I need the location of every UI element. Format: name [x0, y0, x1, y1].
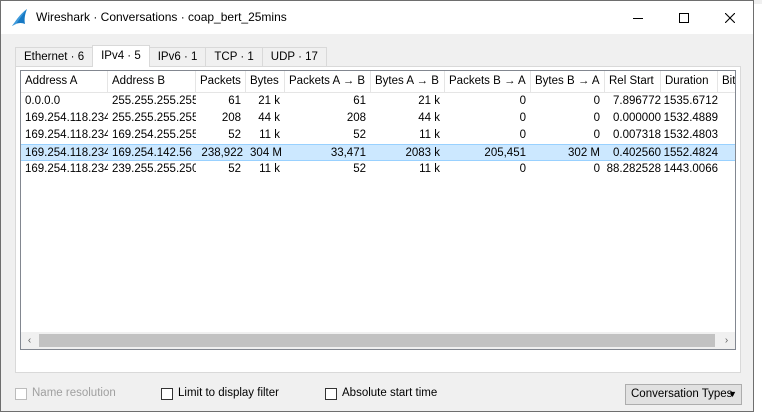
cell-packets-b-a: 0	[519, 112, 526, 124]
cell-address-b: 255.255.255.255	[112, 95, 196, 107]
column-address-a[interactable]: Address A	[21, 71, 108, 92]
cell-bytes-a-b: 2083 k	[405, 147, 440, 159]
cell-packets: 238,922	[201, 147, 243, 159]
cell-bytes: 44 k	[258, 112, 280, 124]
cell-address-a: 169.254.118.234	[25, 112, 108, 124]
column-bytes-b-a[interactable]: Bytes B → A	[531, 71, 605, 92]
cell-packets-a-b: 52	[353, 163, 366, 175]
cell-address-a: 169.254.118.234	[25, 163, 108, 175]
cell-bytes-b-a: 0	[593, 129, 600, 141]
scroll-right-icon[interactable]: ›	[718, 332, 735, 349]
horizontal-scrollbar[interactable]: ‹ ›	[21, 332, 735, 349]
cell-packets: 52	[228, 129, 241, 141]
table-row[interactable]: 169.254.118.234 239.255.255.250 52 11 k …	[21, 161, 735, 178]
conversation-tabs: Ethernet · 6 IPv4 · 5 IPv6 · 1 TCP · 1 U…	[15, 45, 327, 67]
wireshark-fin-icon	[12, 9, 27, 26]
cell-packets-b-a: 0	[519, 95, 526, 107]
tab-udp[interactable]: UDP · 17	[261, 47, 327, 66]
dropdown-arrow-icon: ▼	[728, 389, 737, 399]
cell-rel-start: 0.007318	[613, 129, 661, 141]
table-row-selected[interactable]: 169.254.118.234 169.254.142.56 238,922 3…	[21, 144, 735, 161]
cell-bytes-a-b: 44 k	[418, 112, 440, 124]
cell-packets-a-b: 52	[353, 129, 366, 141]
cell-address-a: 169.254.118.234	[25, 129, 108, 141]
cell-bytes-b-a: 0	[593, 163, 600, 175]
cell-address-b: 169.254.255.255	[112, 129, 196, 141]
column-address-b[interactable]: Address B	[108, 71, 196, 92]
absolute-time-label: Absolute start time	[342, 387, 438, 399]
cell-bytes-b-a: 302 M	[568, 147, 600, 159]
close-icon	[725, 12, 735, 23]
title-bar[interactable]: Wireshark · Conversations · coap_bert_25…	[1, 1, 753, 34]
cell-address-b: 169.254.142.56	[112, 147, 192, 159]
cell-address-b: 239.255.255.250	[112, 163, 196, 175]
column-bytes-a-b[interactable]: Bytes A → B	[371, 71, 445, 92]
minimize-button[interactable]	[615, 1, 661, 34]
tab-ipv4[interactable]: IPv4 · 5	[92, 45, 150, 67]
options-bar: Name resolution Limit to display filter …	[15, 384, 745, 406]
column-packets-b-a[interactable]: Packets B → A	[445, 71, 531, 92]
tab-tcp[interactable]: TCP · 1	[205, 47, 263, 66]
cell-packets-a-b: 208	[346, 112, 366, 124]
column-rel-start[interactable]: Rel Start	[605, 71, 661, 92]
maximize-icon	[679, 12, 689, 23]
cell-packets-b-a: 0	[519, 129, 526, 141]
cell-duration: 1443.0066	[663, 163, 718, 175]
cell-packets: 208	[221, 112, 241, 124]
absolute-time-checkbox[interactable]	[325, 388, 337, 400]
cell-address-a: 0.0.0.0	[25, 95, 61, 107]
cell-packets: 52	[228, 163, 241, 175]
table-header: Address A Address B Packets Bytes Packet…	[21, 71, 735, 93]
limit-filter-label: Limit to display filter	[178, 387, 279, 399]
name-resolution-label: Name resolution	[32, 387, 116, 399]
name-resolution-checkbox[interactable]	[15, 388, 27, 400]
cell-duration: 1532.4803	[663, 129, 718, 141]
cell-packets-b-a: 205,451	[484, 147, 526, 159]
table-row[interactable]: 169.254.118.234 255.255.255.255 208 44 k…	[21, 110, 735, 127]
cell-bytes-b-a: 0	[593, 95, 600, 107]
table-row[interactable]: 0.0.0.0 255.255.255.255 61 21 k 61 21 k …	[21, 93, 735, 110]
column-bytes[interactable]: Bytes	[246, 71, 285, 92]
conversations-window: Wireshark · Conversations · coap_bert_25…	[0, 0, 754, 412]
cell-duration: 1552.4824	[663, 147, 718, 159]
conversation-types-label: Conversation Types	[631, 388, 733, 400]
cell-rel-start: 0.000000	[613, 112, 661, 124]
cell-bytes: 21 k	[258, 95, 280, 107]
cell-rel-start: 7.896772	[613, 95, 661, 107]
cell-duration: 1535.6712	[663, 95, 718, 107]
cell-rel-start: 88.282528	[606, 163, 661, 175]
minimize-icon	[633, 17, 643, 19]
cell-packets-a-b: 33,471	[330, 147, 366, 159]
maximize-button[interactable]	[661, 1, 707, 34]
cell-address-b: 255.255.255.255	[112, 112, 196, 124]
cell-bytes-b-a: 0	[593, 112, 600, 124]
cell-bytes-a-b: 11 k	[419, 163, 440, 175]
column-packets[interactable]: Packets	[196, 71, 246, 92]
column-duration[interactable]: Duration	[661, 71, 718, 92]
cell-bytes-a-b: 21 k	[418, 95, 440, 107]
scrollbar-thumb[interactable]	[39, 334, 715, 347]
limit-filter-checkbox[interactable]	[161, 388, 173, 400]
close-button[interactable]	[707, 1, 753, 34]
cell-address-a: 169.254.118.234	[25, 147, 108, 159]
cell-bytes: 304 M	[250, 147, 282, 159]
tab-ethernet[interactable]: Ethernet · 6	[15, 47, 94, 66]
cell-rel-start: 0.402560	[613, 147, 661, 159]
window-title: Wireshark · Conversations · coap_bert_25…	[36, 10, 287, 24]
scroll-left-icon[interactable]: ‹	[21, 332, 38, 349]
cell-packets-b-a: 0	[519, 163, 526, 175]
cell-bytes: 11 k	[259, 163, 280, 175]
column-bits[interactable]: Bits	[718, 71, 735, 92]
tab-ipv6[interactable]: IPv6 · 1	[148, 47, 207, 66]
column-packets-a-b[interactable]: Packets A → B	[285, 71, 371, 92]
conversation-table: Address A Address B Packets Bytes Packet…	[20, 70, 736, 350]
table-row[interactable]: 169.254.118.234 169.254.255.255 52 11 k …	[21, 127, 735, 144]
cell-bytes-a-b: 11 k	[419, 129, 440, 141]
cell-bytes: 11 k	[259, 129, 280, 141]
tab-panel: Address A Address B Packets Bytes Packet…	[15, 66, 741, 373]
cell-packets-a-b: 61	[353, 95, 366, 107]
cell-duration: 1532.4889	[663, 112, 718, 124]
conversation-types-button[interactable]: Conversation Types ▼	[625, 384, 742, 405]
cell-packets: 61	[228, 95, 241, 107]
